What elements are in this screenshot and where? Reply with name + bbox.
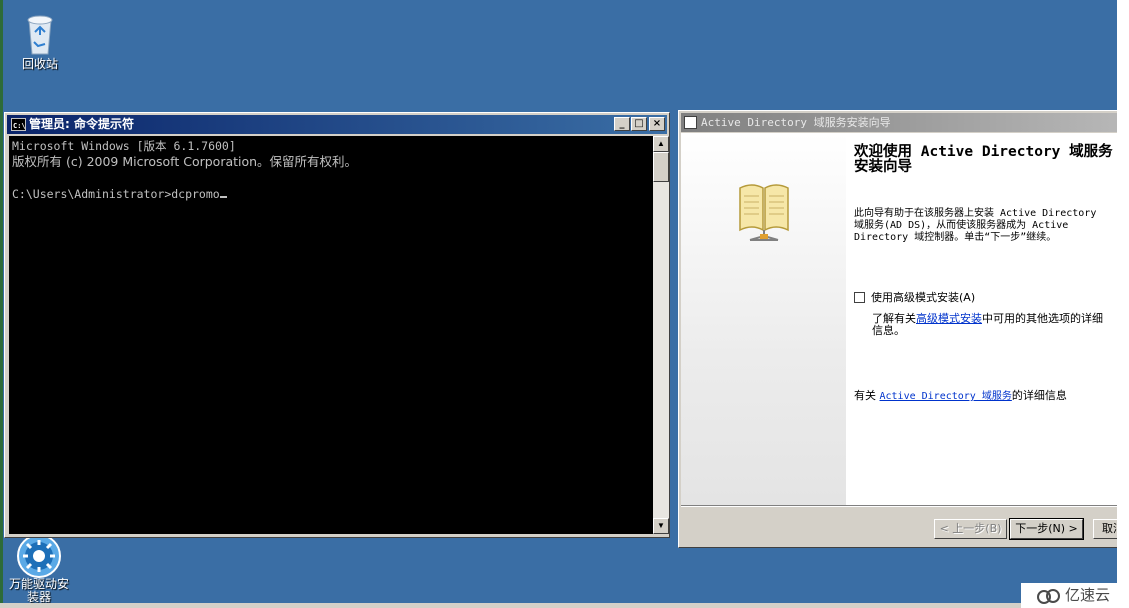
maximize-button[interactable]: □ [631,117,647,131]
advanced-mode-help-text: 了解有关高级模式安装中可用的其他选项的详细 信息。 [872,313,1103,337]
wizard-separator [681,505,1129,507]
console-line: 版权所有 (c) 2009 Microsoft Corporation。保留所有… [12,154,358,169]
next-button[interactable]: 下一步(N) > [1009,518,1084,540]
desktop-icon-recycle-bin[interactable]: 回收站 [5,12,75,71]
desktop-icon-label: 万能驱动安 装器 [8,577,69,604]
wizard-description: 此向导有助于在该服务器上安装 Active Directory 域服务(AD D… [854,208,1097,243]
desktop-icon-label: 回收站 [21,57,58,71]
close-button[interactable]: × [649,117,665,131]
advanced-mode-link[interactable]: 高级模式安装 [916,312,982,325]
ad-ds-info-link[interactable]: Active Directory 域服务 [880,391,1012,402]
wizard-titlebar[interactable]: Active Directory 域服务安装向导 [681,113,1129,132]
recycle-bin-icon [27,15,53,55]
watermark-text: 亿速云 [1065,586,1111,604]
scroll-up-arrow-icon[interactable]: ▲ [653,136,669,152]
watermark: 亿速云 [1021,583,1129,608]
cmd-title: 管理员: 命令提示符 [29,117,134,131]
cmd-titlebar[interactable]: 管理员: 命令提示符 _ □ × [7,115,667,136]
advanced-mode-label[interactable]: 使用高级模式安装(A) [871,291,975,304]
more-info-prefix: 有关 [854,389,880,402]
scroll-down-arrow-icon[interactable]: ▼ [653,518,669,534]
driver-installer-icon [17,534,61,578]
directory-book-icon [739,184,789,241]
cmd-window[interactable]: 管理员: 命令提示符 _ □ × Microsoft Windows [版本 6… [4,112,670,538]
desktop: 回收站 万能驱动安 装器 管理员: 命令提示符 _ □ × Microsoft … [0,0,1129,608]
console-command: C:\Users\Administrator>dcpromo [12,187,220,201]
wizard-title-icon [684,116,697,129]
advanced-mode-checkbox[interactable] [854,292,865,303]
console-prompt-line: C:\Users\Administrator>dcpromo [12,186,650,202]
back-button[interactable]: < 上一步(B) [934,519,1007,539]
wizard-side-banner [681,133,846,505]
more-info-suffix: 的详细信息 [1011,389,1067,402]
text-cursor [219,196,227,198]
minimize-button[interactable]: _ [614,117,630,131]
scroll-thumb[interactable] [653,152,669,182]
console-line: Microsoft Windows [版本 6.1.7600] [12,139,236,153]
ad-ds-wizard-window[interactable]: Active Directory 域服务安装向导 欢迎使用 Active Dir… [678,110,1129,548]
cmd-icon [11,117,26,136]
background-window-edge [1117,0,1129,608]
taskbar-edge [0,603,1129,608]
wizard-content: 欢迎使用 Active Directory 域服务 安装向导 此向导有助于在该服… [846,133,1129,505]
cloud-logo-icon [1037,589,1060,604]
cmd-scrollbar[interactable]: ▲ ▼ [653,136,669,534]
advanced-mode-option[interactable]: 使用高级模式安装(A) [854,291,975,304]
wizard-title: Active Directory 域服务安装向导 [701,116,891,129]
wizard-heading: 欢迎使用 Active Directory 域服务 安装向导 [854,144,1113,175]
console-output[interactable]: Microsoft Windows [版本 6.1.7600] 版权所有 (c) … [9,136,653,534]
background-window-edge [0,0,3,608]
more-info-text: 有关 Active Directory 域服务的详细信息 [854,389,1067,403]
desktop-icon-driver-installer[interactable]: 万能驱动安 装器 [4,534,74,604]
